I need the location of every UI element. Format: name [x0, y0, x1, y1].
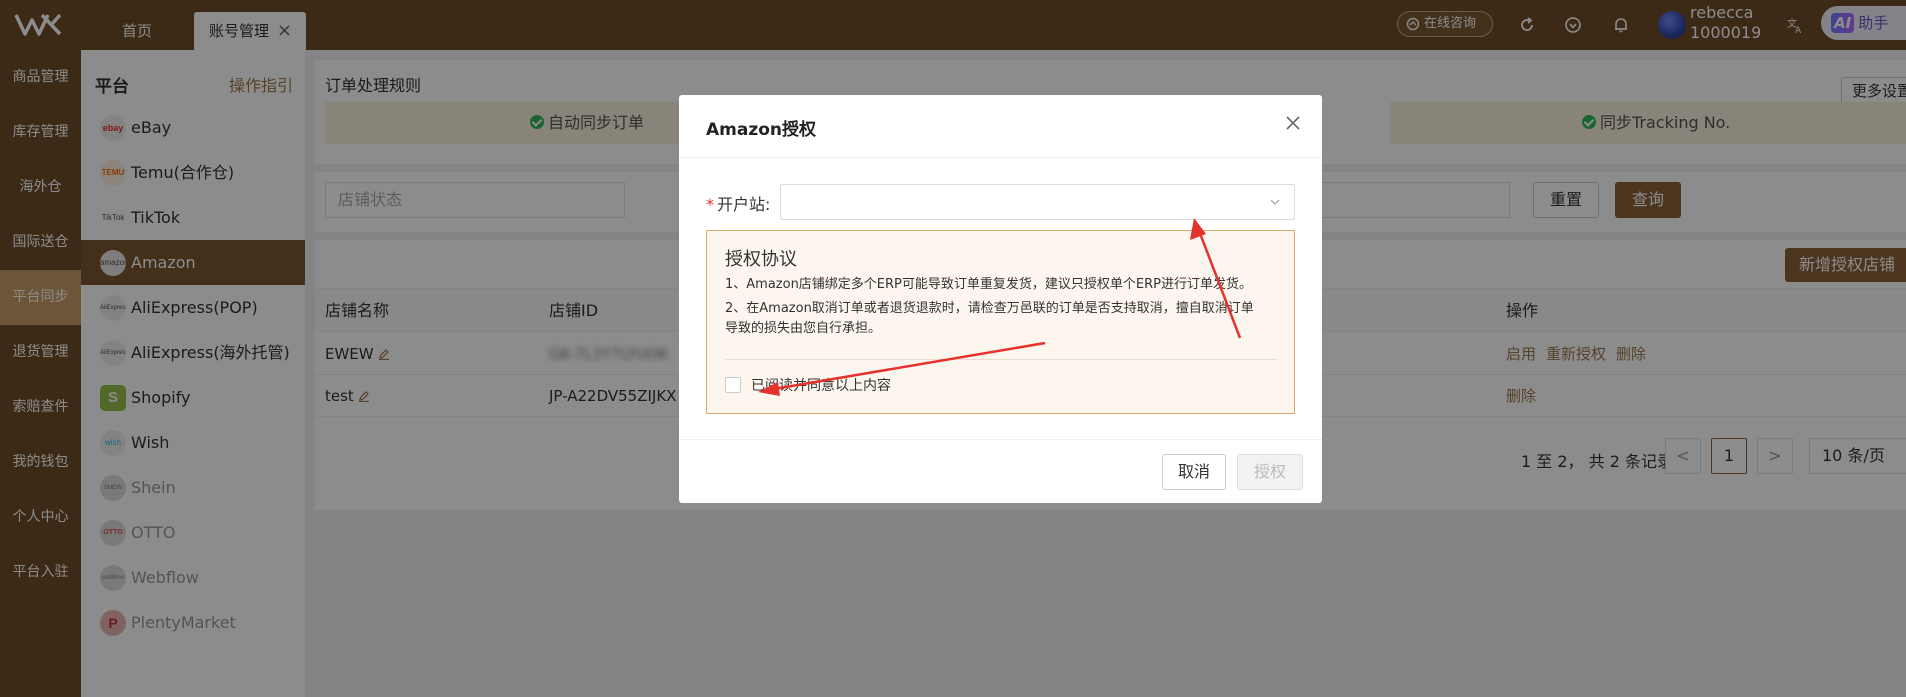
agreement-divider [725, 359, 1277, 360]
close-icon[interactable] [1283, 113, 1303, 133]
agreement-line-2b: 导致的损失由您自行承担。 [725, 321, 882, 336]
agreement-line-2a: 2、在Amazon取消订单或者退货退款时，请检查万邑联的订单是否支持取消，擅自取… [725, 301, 1254, 316]
site-label: * 开户站: [706, 191, 770, 215]
account-site-select[interactable] [780, 184, 1295, 220]
dialog-footer-divider [679, 439, 1322, 440]
agreement-line-1: 1、Amazon店铺绑定多个ERP可能导致订单重复发货，建议只授权单个ERP进行… [725, 277, 1252, 292]
amazon-authorization-dialog: Amazon授权 * 开户站: 授权协议 1、Amazon店铺绑定多个ERP可能导… [679, 95, 1322, 503]
cancel-button[interactable]: 取消 [1162, 454, 1226, 490]
authorization-agreement-box: 授权协议 1、Amazon店铺绑定多个ERP可能导致订单重复发货，建议只授权单个… [706, 230, 1295, 414]
agree-checkbox[interactable] [725, 377, 741, 393]
authorize-button[interactable]: 授权 [1237, 454, 1303, 490]
site-label-text: 开户站: [717, 195, 771, 214]
agree-checkbox-label[interactable]: 已阅读并同意以上内容 [751, 375, 891, 395]
chevron-down-icon [1270, 199, 1280, 205]
dialog-title: Amazon授权 [706, 120, 817, 140]
required-mark: * [706, 195, 714, 214]
agreement-title: 授权协议 [725, 249, 797, 270]
dialog-divider [679, 157, 1322, 158]
